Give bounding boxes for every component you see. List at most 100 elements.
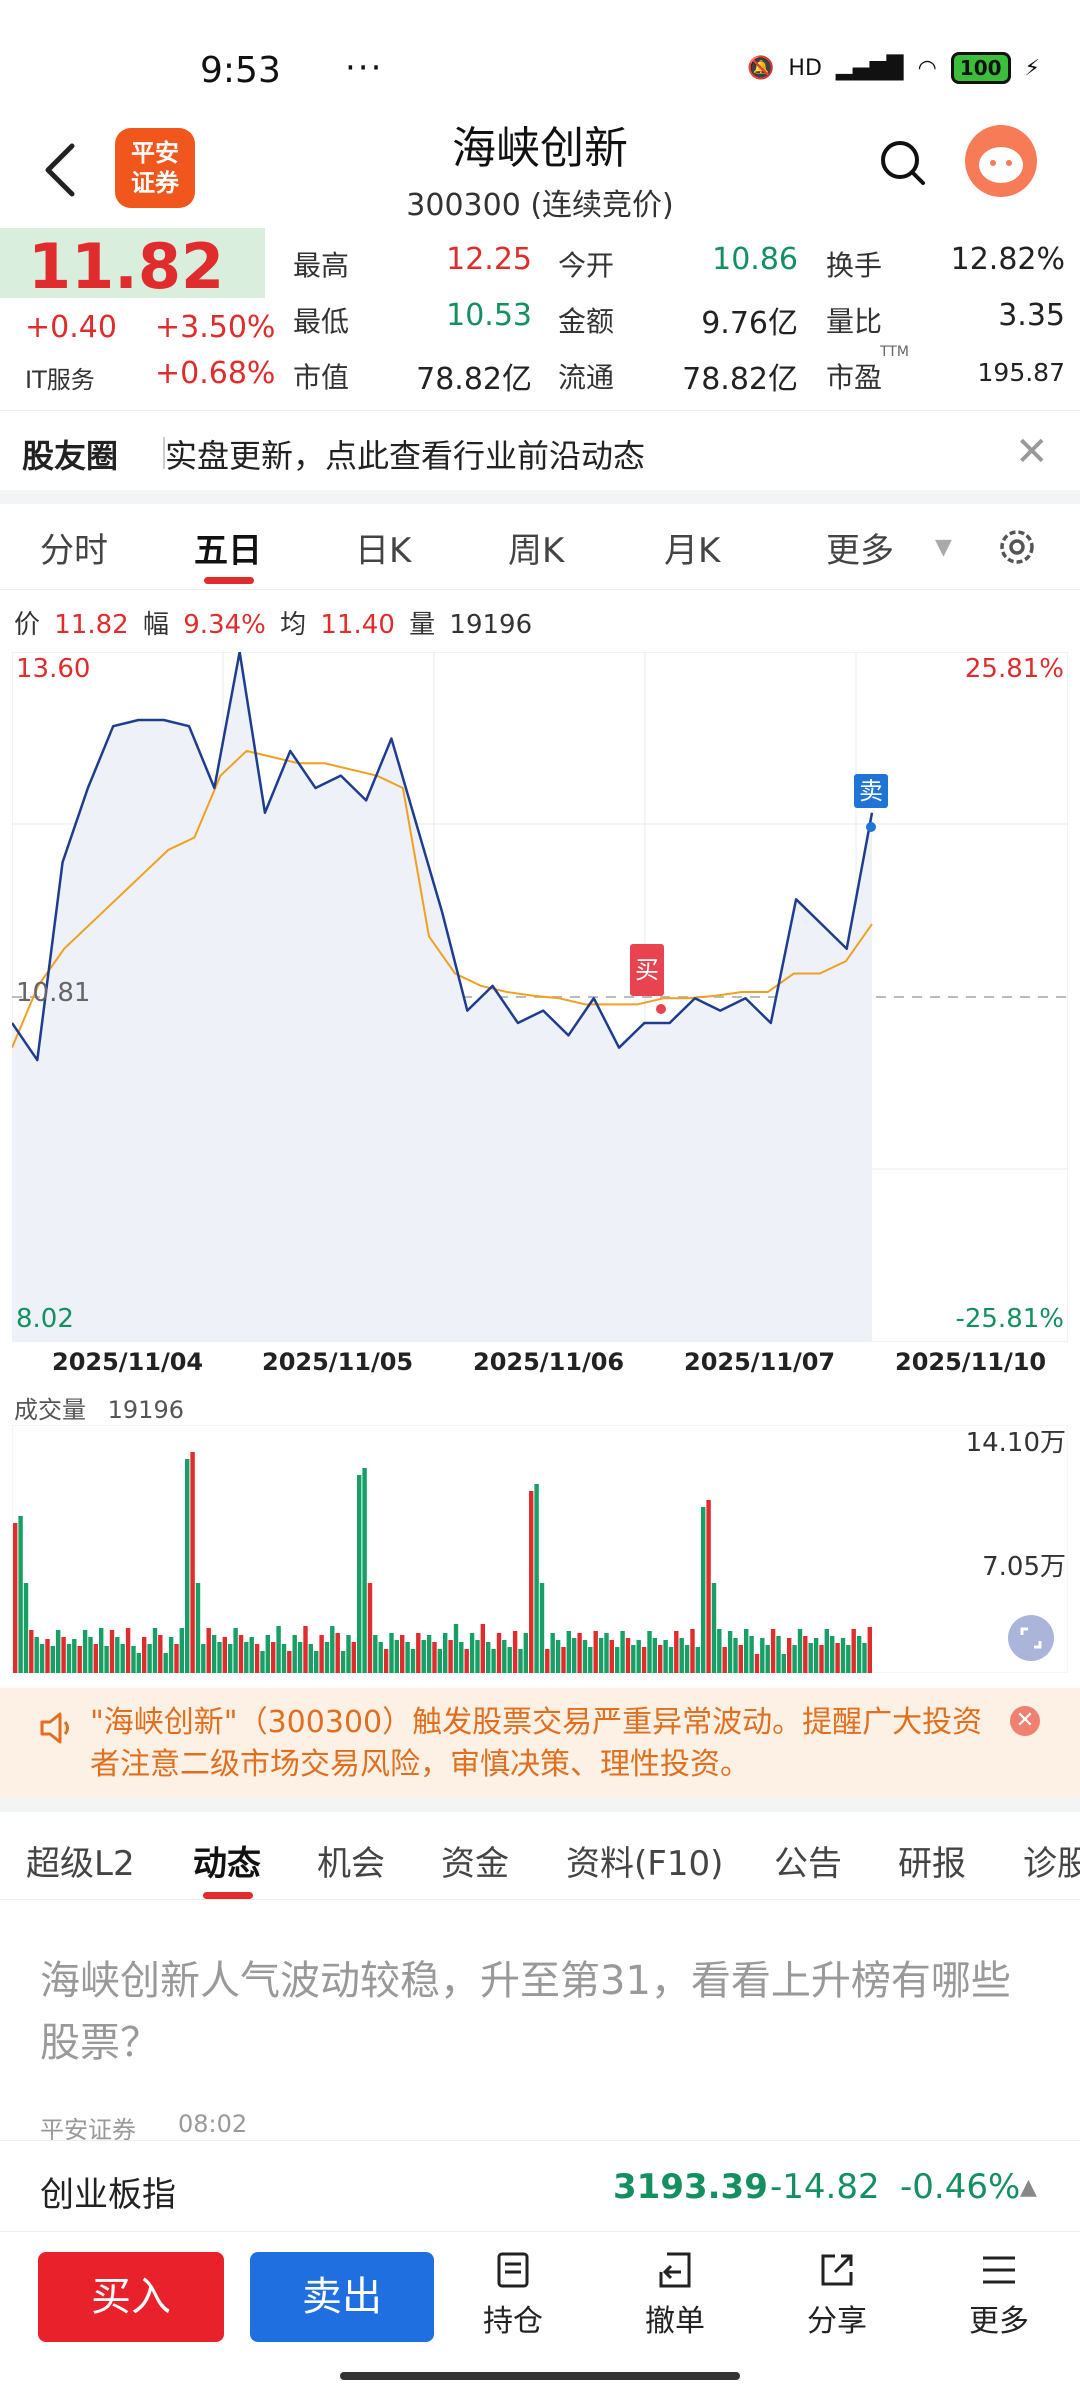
volume-bar <box>507 1647 512 1673</box>
volume-bar <box>475 1640 480 1673</box>
volume-bar <box>749 1636 754 1673</box>
volume-mid-label: 7.05万 <box>982 1552 1066 1582</box>
speaker-icon <box>40 1712 69 1744</box>
volume-bar <box>695 1647 700 1673</box>
positions-label: 持仓 <box>483 2304 543 2339</box>
volume-bar <box>410 1649 416 1673</box>
volume-bar <box>206 1628 211 1673</box>
document-icon <box>497 2252 529 2288</box>
volume-bar <box>185 1459 190 1673</box>
volume-bar <box>668 1647 674 1673</box>
volume-bar <box>260 1651 265 1673</box>
cancel-order-label: 撤单 <box>645 2304 705 2339</box>
chevron-down-icon[interactable]: ▼ <box>935 535 952 560</box>
sell-marker[interactable]: 卖 <box>854 774 888 808</box>
volume-bar <box>545 1649 550 1673</box>
gear-icon[interactable] <box>995 525 1039 569</box>
chevron-up-icon[interactable]: ▲ <box>1020 2175 1037 2200</box>
tab-five-day[interactable]: 五日 <box>194 523 262 572</box>
volume-bar <box>582 1640 588 1673</box>
tab-diagnosis[interactable]: 诊股 <box>1023 1836 1080 1885</box>
buy-marker[interactable]: 买 <box>630 944 664 996</box>
volume-bar <box>555 1640 561 1673</box>
price-change-pct: +3.50% <box>155 310 276 345</box>
quote-pe-sup: TTM <box>880 344 909 360</box>
expand-icon[interactable] <box>1008 1615 1054 1661</box>
tab-research[interactable]: 研报 <box>898 1836 966 1885</box>
banner-text: 实盘更新，点此查看行业前沿动态 <box>165 437 646 475</box>
volume-bar <box>808 1643 813 1673</box>
warning-text: "海峡创新"（300300）触发股票交易严重异常波动。提醒广大投资者注意二级市场… <box>90 1705 983 1782</box>
five-day-chart[interactable]: 13.60 10.81 8.02 25.81% -25.81% 买 卖 <box>10 650 1069 1343</box>
tab-news-feed[interactable]: 动态 <box>193 1836 261 1885</box>
volume-bar <box>512 1631 518 1673</box>
tab-weekly-k[interactable]: 周K <box>508 523 564 572</box>
volume-bar <box>158 1635 163 1673</box>
tab-opportunity[interactable]: 机会 <box>317 1836 385 1885</box>
volume-bar <box>93 1644 98 1673</box>
volume-bar <box>738 1645 743 1673</box>
volume-label: 成交量 19196 <box>14 1390 184 1425</box>
y-axis-max: 13.60 <box>16 654 91 684</box>
volume-bar <box>787 1638 792 1673</box>
quote-value-volume-ratio: 3.35 <box>998 298 1065 333</box>
tab-f10[interactable]: 资料(F10) <box>566 1836 723 1885</box>
volume-bar <box>115 1637 120 1673</box>
volume-bar <box>131 1646 136 1673</box>
volume-bar <box>426 1635 432 1673</box>
close-icon[interactable]: ✕ <box>1010 1706 1040 1736</box>
index-ticker[interactable]: 创业板指 3193.39 -14.82 -0.46% ▲ <box>0 2140 1080 2232</box>
assistant-avatar[interactable] <box>965 125 1037 197</box>
volume-bar <box>792 1645 797 1673</box>
sector-name[interactable]: IT服务 <box>25 360 95 395</box>
menu-icon <box>983 2256 1015 2284</box>
search-icon[interactable] <box>878 138 926 186</box>
volume-bar <box>99 1628 104 1673</box>
tab-daily-k[interactable]: 日K <box>355 523 411 572</box>
info-tabs: 超级L2 动态 机会 资金 资料(F10) 公告 研报 诊股 <box>0 1812 1080 1900</box>
news-headline[interactable]: 海峡创新人气波动较稳，升至第31，看看上升榜有哪些股票？ <box>40 1950 1040 2074</box>
volume-bar <box>615 1647 620 1673</box>
cancel-order-button[interactable]: 撤单 <box>625 2250 725 2340</box>
volume-bar <box>523 1633 528 1673</box>
quote-label-turnover: 换手 <box>826 249 883 282</box>
status-more-icon: ··· <box>345 48 384 88</box>
tab-more[interactable]: 更多 <box>826 523 894 572</box>
tab-announcements[interactable]: 公告 <box>774 1836 842 1885</box>
buy-button[interactable]: 买入 <box>38 2252 224 2342</box>
volume-bar <box>830 1636 835 1673</box>
date-label: 2025/11/05 <box>262 1348 414 1376</box>
chart-price-info: 价 11.82 幅 9.34% 均 11.40 量 19196 <box>14 604 538 641</box>
tab-intraday[interactable]: 分时 <box>40 523 108 572</box>
volume-bar <box>529 1491 534 1673</box>
volume-bar <box>168 1637 174 1673</box>
quote-value-amount: 9.76亿 <box>701 306 798 341</box>
active-tab-indicator <box>204 577 254 584</box>
close-icon[interactable]: ✕ <box>1015 429 1049 475</box>
volume-bar <box>663 1640 668 1673</box>
volume-bar <box>770 1629 776 1673</box>
volume-bar <box>195 1583 201 1673</box>
tab-super-l2[interactable]: 超级L2 <box>26 1836 135 1885</box>
status-icons: 🔕 HD ▂▄▆█ ◠ 100 ⚡ <box>747 52 1040 84</box>
volume-bar <box>679 1638 684 1673</box>
volume-bar <box>142 1637 147 1673</box>
volume-bar <box>598 1638 604 1673</box>
volume-bar <box>813 1638 819 1673</box>
volume-bar <box>437 1649 442 1673</box>
share-button[interactable]: 分享 <box>787 2250 887 2340</box>
tab-monthly-k[interactable]: 月K <box>664 523 720 572</box>
info-price: 11.82 <box>54 610 129 640</box>
quote-value-float: 78.82亿 <box>682 362 798 397</box>
volume-bar <box>674 1631 679 1673</box>
volume-bar <box>416 1633 421 1673</box>
volume-bar <box>620 1631 625 1673</box>
info-amp-label: 幅 <box>142 610 169 640</box>
tab-funds[interactable]: 资金 <box>441 1836 509 1885</box>
positions-button[interactable]: 持仓 <box>463 2250 563 2340</box>
volume-bar <box>550 1633 555 1673</box>
sell-button[interactable]: 卖出 <box>250 2252 434 2342</box>
volume-bar <box>276 1626 281 1673</box>
community-banner[interactable]: 股友圈 实盘更新，点此查看行业前沿动态 ✕ <box>0 410 1080 490</box>
more-button[interactable]: 更多 <box>949 2250 1049 2340</box>
